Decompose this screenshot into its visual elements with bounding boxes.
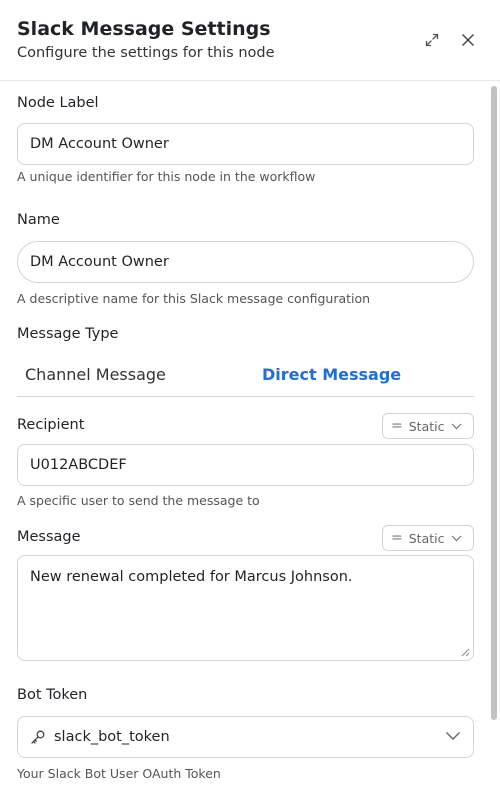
scrollbar[interactable] <box>491 86 497 720</box>
node-label-input[interactable]: DM Account Owner <box>17 123 474 165</box>
tab-direct-message[interactable]: Direct Message <box>262 365 401 384</box>
recipient-mode-dropdown[interactable]: = Static <box>382 413 474 439</box>
close-icon <box>462 34 474 46</box>
node-label-help: A unique identifier for this node in the… <box>17 169 316 184</box>
recipient-help: A specific user to send the message to <box>17 493 260 508</box>
panel-header: Slack Message Settings Configure the set… <box>0 0 500 81</box>
tab-channel-message[interactable]: Channel Message <box>25 365 166 384</box>
recipient-label: Recipient <box>17 417 85 433</box>
chevron-down-icon <box>446 732 460 740</box>
recipient-mode-value: Static <box>408 418 445 434</box>
panel-subtitle: Configure the settings for this node <box>17 45 275 61</box>
chevron-down-icon <box>452 423 462 429</box>
message-value: New renewal completed for Marcus Johnson… <box>30 569 353 585</box>
name-help: A descriptive name for this Slack messag… <box>17 291 371 306</box>
expand-icon <box>425 33 439 47</box>
message-type-tabs: Channel Message Direct Message <box>17 359 474 397</box>
key-icon <box>30 729 46 745</box>
resize-grip-icon[interactable] <box>461 648 470 657</box>
equals-icon: = <box>391 530 403 546</box>
scrollbar-thumb[interactable] <box>491 86 497 720</box>
chevron-down-icon <box>452 535 462 541</box>
recipient-value: U012ABCDEF <box>30 457 127 473</box>
message-type-label: Message Type <box>17 326 119 342</box>
message-textarea[interactable]: New renewal completed for Marcus Johnson… <box>17 555 474 661</box>
name-label: Name <box>17 212 60 228</box>
node-label-value: DM Account Owner <box>30 136 169 152</box>
name-input[interactable]: DM Account Owner <box>17 241 474 283</box>
message-label: Message <box>17 529 81 545</box>
node-label-label: Node Label <box>17 95 99 111</box>
equals-icon: = <box>391 418 403 434</box>
bot-token-help: Your Slack Bot User OAuth Token <box>17 766 221 781</box>
bot-token-value: slack_bot_token <box>54 729 170 745</box>
bot-token-label: Bot Token <box>17 687 88 703</box>
message-mode-dropdown[interactable]: = Static <box>382 525 474 551</box>
message-mode-value: Static <box>408 530 445 546</box>
name-value: DM Account Owner <box>30 254 169 270</box>
recipient-input[interactable]: U012ABCDEF <box>17 444 474 486</box>
close-button[interactable] <box>457 29 479 51</box>
bot-token-select[interactable]: slack_bot_token <box>17 716 474 758</box>
expand-button[interactable] <box>421 29 443 51</box>
panel-title: Slack Message Settings <box>17 18 271 40</box>
